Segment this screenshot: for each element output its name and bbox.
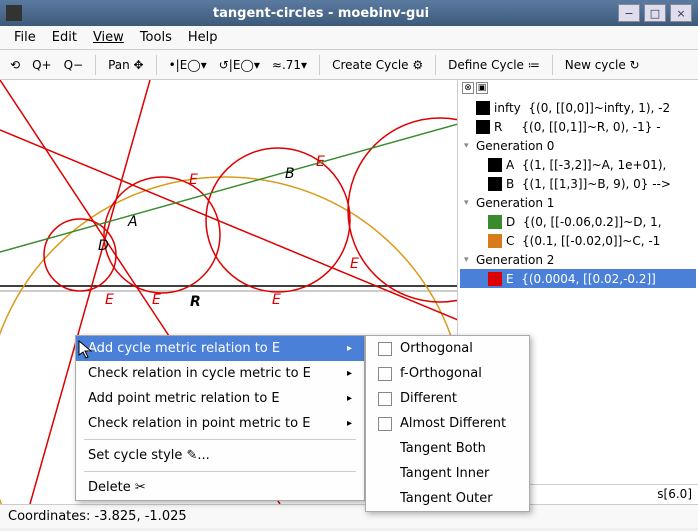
label-R: R xyxy=(190,294,201,310)
label-E5: E xyxy=(189,172,198,188)
sub-almost-different[interactable]: Almost Different xyxy=(366,411,529,436)
toolbar: ⟲ Q+ Q− Pan ✥ •|E◯▾ ↺|E◯▾ ≈.71▾ Create C… xyxy=(0,50,698,80)
tree-A[interactable]: A {(1, [[-3,2]]~A, 1e+01), xyxy=(460,155,696,174)
status-coords: Coordinates: -3.825, -1.025 xyxy=(8,509,187,524)
tree-gen2[interactable]: ▾Generation 2 xyxy=(460,250,696,269)
window-title: tangent-circles - moebinv-gui xyxy=(28,6,614,21)
label-E2: E xyxy=(152,292,161,308)
status-bar: Coordinates: -3.825, -1.025 xyxy=(0,504,698,528)
menu-edit[interactable]: Edit xyxy=(44,28,85,47)
tree-B[interactable]: B {(1, [[1,3]]~B, 9), 0} --> xyxy=(460,174,696,193)
menu-help[interactable]: Help xyxy=(180,28,226,47)
tool-recycle[interactable]: ⟲ xyxy=(6,56,24,74)
titlebar: tangent-circles - moebinv-gui − □ × xyxy=(0,0,698,26)
ctx-add-cycle-metric[interactable]: Add cycle metric relation to E▸ xyxy=(76,336,364,361)
minimize-button[interactable]: − xyxy=(618,4,640,22)
ctx-add-point-metric[interactable]: Add point metric relation to E▸ xyxy=(76,386,364,411)
tree-gen0[interactable]: ▾Generation 0 xyxy=(460,136,696,155)
label-E6: E xyxy=(316,154,325,170)
menubar: File Edit View Tools Help xyxy=(0,26,698,50)
context-submenu: Orthogonal f-Orthogonal Different Almost… xyxy=(365,335,530,512)
ctx-check-point-metric[interactable]: Check relation in point metric to E▸ xyxy=(76,411,364,436)
ctx-check-cycle-metric[interactable]: Check relation in cycle metric to E▸ xyxy=(76,361,364,386)
menu-view[interactable]: View xyxy=(85,28,132,47)
label-D: D xyxy=(98,238,109,254)
tool-qminus[interactable]: Q− xyxy=(60,56,88,74)
ctx-set-style[interactable]: Set cycle style ✎... xyxy=(76,443,364,468)
tree-E[interactable]: E {(0.0004, [[0.02,-0.2]] xyxy=(460,269,696,288)
menu-file[interactable]: File xyxy=(6,28,44,47)
tool-create-cycle[interactable]: Create Cycle ⚙ xyxy=(328,56,427,74)
menu-tools[interactable]: Tools xyxy=(132,28,180,47)
sub-different[interactable]: Different xyxy=(366,386,529,411)
side-icon-1[interactable]: ⊗ xyxy=(462,82,474,94)
tree-gen1[interactable]: ▾Generation 1 xyxy=(460,193,696,212)
side-icon-2[interactable]: ▣ xyxy=(476,82,488,94)
maximize-button[interactable]: □ xyxy=(644,4,666,22)
tool-t2[interactable]: ↺|E◯▾ xyxy=(215,56,264,74)
tool-new-cycle[interactable]: New cycle ↻ xyxy=(561,56,644,74)
tree-C[interactable]: C {(0.1, [[-0.02,0]]~C, -1 xyxy=(460,231,696,250)
ctx-delete[interactable]: Delete ✂ xyxy=(76,475,364,500)
tool-pan[interactable]: Pan ✥ xyxy=(104,56,148,74)
label-E3: E xyxy=(272,292,281,308)
label-E4: E xyxy=(350,256,359,272)
tree-R[interactable]: R {(0, [[0,1]]~R, 0), -1} - xyxy=(460,117,696,136)
label-A: A xyxy=(128,214,138,230)
label-B: B xyxy=(285,166,295,182)
sub-f-orthogonal[interactable]: f-Orthogonal xyxy=(366,361,529,386)
sub-tangent-both[interactable]: Tangent Both xyxy=(366,436,529,461)
sub-tangent-outer[interactable]: Tangent Outer xyxy=(366,486,529,511)
tool-zoom[interactable]: ≈.71▾ xyxy=(268,56,311,74)
label-E1: E xyxy=(105,292,114,308)
tree-D[interactable]: D {(0, [[-0.06,0.2]]~D, 1, xyxy=(460,212,696,231)
tool-t1[interactable]: •|E◯▾ xyxy=(165,56,211,74)
tree-infty[interactable]: infty {(0, [[0,0]]~infty, 1), -2 xyxy=(460,98,696,117)
close-button[interactable]: × xyxy=(670,4,692,22)
sub-tangent-inner[interactable]: Tangent Inner xyxy=(366,461,529,486)
tool-define-cycle[interactable]: Define Cycle ≔ xyxy=(444,56,544,74)
tool-qplus[interactable]: Q+ xyxy=(28,56,56,74)
app-icon xyxy=(6,5,22,21)
sub-orthogonal[interactable]: Orthogonal xyxy=(366,336,529,361)
context-menu: Add cycle metric relation to E▸ Check re… xyxy=(75,335,365,501)
